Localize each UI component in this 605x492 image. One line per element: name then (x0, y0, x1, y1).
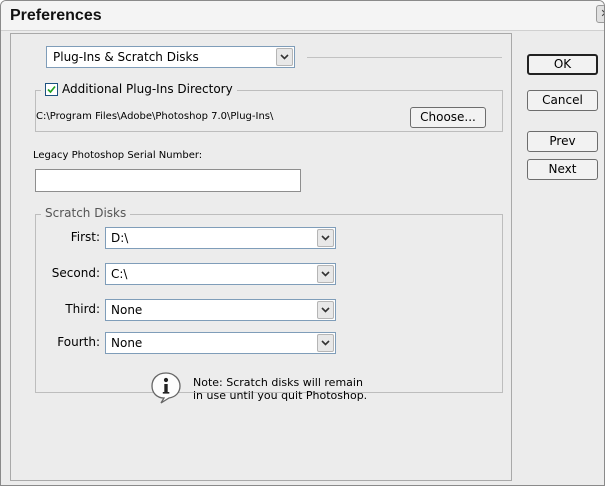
info-icon (149, 370, 183, 408)
legacy-serial-label: Legacy Photoshop Serial Number: (33, 150, 203, 161)
third-disk-value: None (111, 303, 143, 317)
close-icon[interactable]: ✕ (596, 5, 604, 23)
second-label: Second: (51, 266, 100, 280)
second-disk-value: C:\ (111, 267, 128, 281)
preferences-panel: Plug-Ins & Scratch Disks Additional Plug… (10, 33, 512, 481)
fourth-disk-dropdown[interactable]: None (105, 332, 336, 354)
chevron-down-icon[interactable] (317, 301, 334, 319)
next-button[interactable]: Next (527, 159, 598, 180)
prev-button[interactable]: Prev (527, 131, 598, 152)
first-disk-dropdown[interactable]: D:\ (105, 227, 336, 249)
third-disk-dropdown[interactable]: None (105, 299, 336, 321)
cancel-button[interactable]: Cancel (527, 90, 598, 111)
note-line-2: in use until you quit Photoshop. (193, 389, 368, 402)
dialog-title: Preferences (10, 7, 102, 24)
chevron-down-icon[interactable] (317, 334, 334, 352)
fourth-disk-value: None (111, 336, 143, 350)
legacy-serial-input[interactable] (35, 169, 301, 192)
second-disk-dropdown[interactable]: C:\ (105, 263, 336, 285)
chevron-down-icon[interactable] (317, 265, 334, 283)
fourth-label: Fourth: (57, 335, 100, 349)
title-bar: Preferences ✕ (1, 1, 604, 31)
plugins-legend: Additional Plug-Ins Directory (41, 82, 237, 96)
section-dropdown-value: Plug-Ins & Scratch Disks (53, 50, 199, 64)
ok-button[interactable]: OK (527, 54, 598, 75)
header-divider (307, 57, 502, 58)
preferences-dialog: Preferences ✕ Plug-Ins & Scratch Disks A… (0, 0, 605, 486)
plugins-checkbox[interactable] (45, 82, 58, 96)
chevron-down-icon[interactable] (317, 229, 334, 247)
first-label: First: (70, 230, 100, 244)
chevron-down-icon[interactable] (276, 48, 293, 66)
plugins-path: C:\Program Files\Adobe\Photoshop 7.0\Plu… (36, 111, 274, 122)
plugins-checkbox-label[interactable]: Additional Plug-Ins Directory (62, 82, 233, 96)
section-dropdown[interactable]: Plug-Ins & Scratch Disks (46, 46, 295, 68)
third-label: Third: (65, 302, 100, 316)
note-line-1: Note: Scratch disks will remain (193, 376, 363, 389)
first-disk-value: D:\ (111, 231, 129, 245)
choose-button[interactable]: Choose... (410, 107, 486, 128)
scratch-disks-legend: Scratch Disks (41, 206, 131, 220)
